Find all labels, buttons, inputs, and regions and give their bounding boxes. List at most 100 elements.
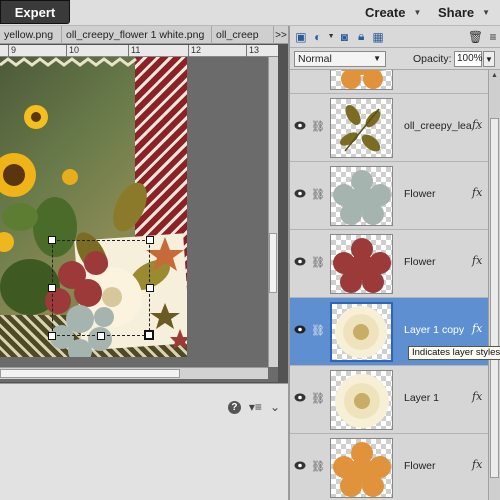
ruler-tick: 9 <box>8 45 16 57</box>
visibility-eye-icon[interactable] <box>294 461 306 470</box>
tab-document-2[interactable]: oll_creepy_flower 1 white.png × <box>62 26 212 44</box>
transform-bounding-box[interactable] <box>48 236 154 340</box>
horizontal-ruler: 9 10 11 12 13 <box>0 45 278 57</box>
blend-caret-icon: ▼ <box>373 54 381 63</box>
transform-handle-bottom[interactable] <box>97 332 105 340</box>
panel-menu-icon[interactable]: ▾≡ <box>249 400 262 414</box>
transform-handle-left[interactable] <box>48 284 56 292</box>
ruler-tick: 13 <box>246 45 259 57</box>
tab-document-3[interactable]: oll_creep <box>212 26 274 44</box>
share-caret-icon: ▼ <box>482 7 491 17</box>
document-tabs: yellow.png × oll_creepy_flower 1 white.p… <box>0 26 290 44</box>
panel-controls: ? ▾≡ ⌄ <box>227 400 280 414</box>
layer-thumbnail <box>330 98 393 158</box>
document-canvas[interactable] <box>0 57 278 382</box>
tab-label: oll_creepy_flower 1 white.png <box>66 29 205 41</box>
lock-transparent-icon[interactable]: ▦ <box>371 29 385 45</box>
new-adjustment-layer-icon[interactable]: ◐ <box>311 29 325 45</box>
layer-row[interactable]: ⛓ Flower fx <box>290 162 488 230</box>
dropdown-chevron-icon[interactable]: ▼ <box>328 29 335 45</box>
share-menu[interactable]: Share ▼ <box>438 0 490 24</box>
layer-row[interactable]: ⛓ oll_creepy_lea... fx <box>290 94 488 162</box>
tab-label: oll_creep <box>216 29 259 41</box>
transform-handle-top-left[interactable] <box>48 236 56 244</box>
ruler-tick: 12 <box>188 45 201 57</box>
canvas-vertical-scrollbar[interactable] <box>268 57 278 367</box>
lock-all-icon[interactable]: 🔒︎ <box>354 29 368 45</box>
opacity-label: Opacity: <box>413 53 452 65</box>
layer-thumbnail <box>330 166 393 226</box>
tool-options-panel: ? ▾≡ ⌄ <box>0 383 288 500</box>
share-label: Share <box>438 4 475 20</box>
layer-style-fx-icon[interactable]: fx <box>472 390 482 403</box>
visibility-eye-icon[interactable] <box>294 257 306 266</box>
layers-panel: ▣ ◐ ▼ ◙ 🔒︎ ▦ 🗑︎ ≡ Normal ▼ Opacity: 100%… <box>290 26 500 500</box>
delete-layer-icon[interactable]: 🗑︎ <box>468 29 483 45</box>
blend-row: Normal ▼ Opacity: 100% ▼ <box>290 48 500 70</box>
transform-handle-top-right[interactable] <box>146 236 154 244</box>
panel-menu-icon[interactable]: ≡ <box>486 29 500 45</box>
layer-style-fx-icon[interactable]: fx <box>472 322 482 335</box>
layer-thumbnail <box>330 70 393 90</box>
layer-name: Layer 1 copy <box>404 324 465 336</box>
link-chain-icon[interactable]: ⛓ <box>311 392 325 405</box>
transform-handle-right[interactable] <box>146 284 154 292</box>
visibility-eye-icon[interactable] <box>294 393 306 402</box>
link-chain-icon[interactable]: ⛓ <box>311 324 325 337</box>
collapse-chevron-icon[interactable]: ⌄ <box>270 400 280 414</box>
link-chain-icon[interactable]: ⛓ <box>311 460 325 473</box>
add-layer-mask-icon[interactable]: ◙ <box>338 29 352 45</box>
create-menu[interactable]: Create ▼ <box>365 0 421 24</box>
tab-document-1[interactable]: yellow.png × <box>0 26 62 44</box>
new-layer-icon[interactable]: ▣ <box>294 29 308 45</box>
blend-mode-value: Normal <box>298 53 332 65</box>
visibility-eye-icon[interactable] <box>294 325 306 334</box>
layer-name: Flower <box>404 256 436 268</box>
horizontal-scroll-thumb[interactable] <box>0 369 180 378</box>
blend-mode-select[interactable]: Normal ▼ <box>294 51 386 67</box>
layers-list: ⛓ oll_creepy_lea... fx ⛓ Flower fx ⛓ Flo… <box>290 70 488 500</box>
layer-row[interactable] <box>290 70 488 94</box>
top-bar: Expert Create ▼ Share ▼ <box>0 0 500 26</box>
layer-style-fx-icon[interactable]: fx <box>472 254 482 267</box>
vertical-scroll-thumb[interactable] <box>269 233 277 293</box>
help-icon[interactable]: ? <box>227 400 241 414</box>
layers-scroll-thumb[interactable] <box>490 118 499 478</box>
transform-handle-bottom-left[interactable] <box>48 332 56 340</box>
canvas-horizontal-scrollbar[interactable] <box>0 367 268 379</box>
link-chain-icon[interactable]: ⛓ <box>311 188 325 201</box>
layer-name: oll_creepy_lea... <box>404 120 481 132</box>
ruler-tick: 11 <box>128 45 140 57</box>
layer-thumbnail <box>330 370 393 430</box>
tabs-overflow-button[interactable]: >> <box>274 26 288 44</box>
layer-style-fx-icon[interactable]: fx <box>472 186 482 199</box>
layer-name: Layer 1 <box>404 392 440 404</box>
link-chain-icon[interactable]: ⛓ <box>311 256 325 269</box>
scroll-up-arrow-icon[interactable]: ▲ <box>489 70 500 81</box>
visibility-eye-icon[interactable] <box>294 121 306 130</box>
transform-handle-bottom-right[interactable] <box>144 330 154 340</box>
create-caret-icon: ▼ <box>413 7 422 17</box>
layer-row[interactable]: ⛓ Flower fx <box>290 230 488 298</box>
create-label: Create <box>365 4 406 20</box>
link-chain-icon[interactable]: ⛓ <box>311 120 325 133</box>
layer-row[interactable]: ⛓ Layer 1 fx <box>290 366 488 434</box>
sunflower-1 <box>0 153 36 197</box>
opacity-dropdown-icon[interactable]: ▼ <box>483 51 495 67</box>
opacity-input[interactable]: 100% <box>454 51 483 67</box>
layer-styles-tooltip: Indicates layer styles <box>408 346 500 360</box>
layer-style-fx-icon[interactable]: fx <box>472 458 482 471</box>
layer-thumbnail <box>330 234 393 294</box>
layer-thumbnail <box>330 438 393 498</box>
layer-name: Flower <box>404 460 436 472</box>
visibility-eye-icon[interactable] <box>294 189 306 198</box>
expert-mode-button[interactable]: Expert <box>0 0 70 24</box>
ruler-tick: 10 <box>66 45 79 57</box>
sunflower-2 <box>24 105 48 129</box>
layer-row[interactable]: ⛓ Flower fx <box>290 434 488 500</box>
layer-thumbnail <box>330 302 393 362</box>
layer-name: Flower <box>404 188 436 200</box>
layers-scrollbar[interactable]: ▲ <box>488 70 500 500</box>
layers-toolbar: ▣ ◐ ▼ ◙ 🔒︎ ▦ 🗑︎ ≡ <box>290 26 500 48</box>
layer-style-fx-icon[interactable]: fx <box>472 118 482 131</box>
